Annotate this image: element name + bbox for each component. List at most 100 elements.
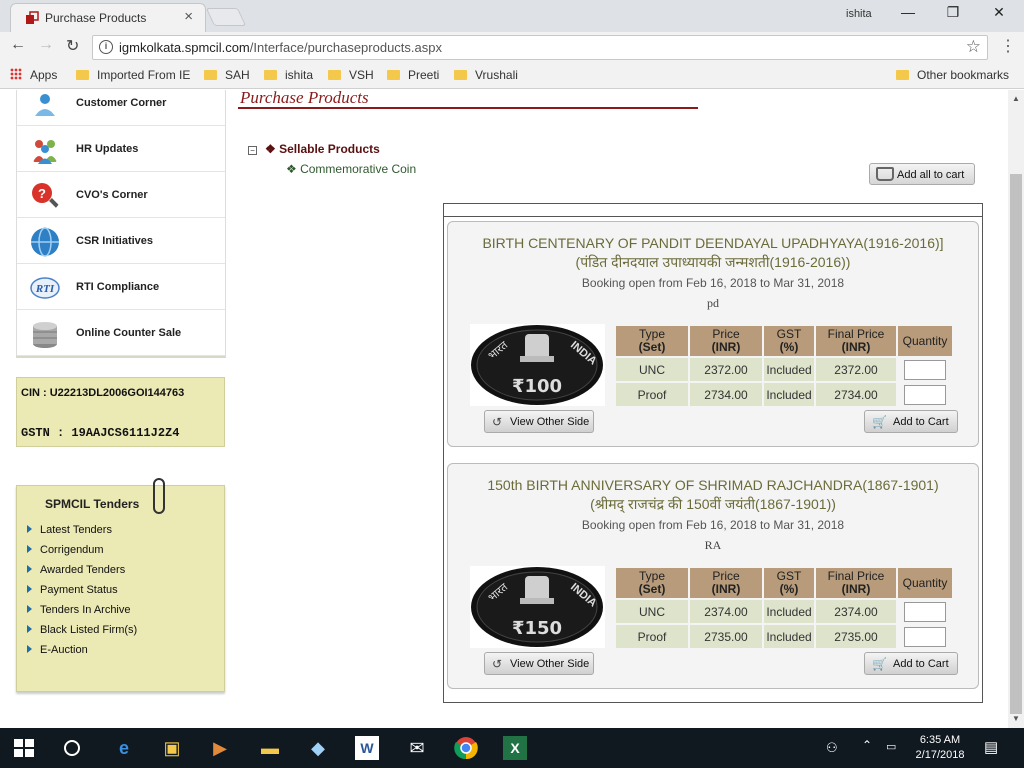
col-type: Type (Set) bbox=[616, 568, 688, 598]
folder-icon bbox=[204, 70, 217, 80]
store-icon[interactable]: ▣ bbox=[160, 736, 184, 760]
notifications-icon[interactable]: ▤ bbox=[984, 738, 998, 756]
cell-gst: Included bbox=[764, 625, 814, 648]
scrollbar-thumb[interactable] bbox=[1010, 174, 1022, 714]
network-icon[interactable]: ▭ bbox=[886, 740, 896, 753]
tree-node-sellable-products[interactable]: − ❖ Sellable Products bbox=[248, 142, 380, 156]
maximize-icon[interactable]: ❐ bbox=[933, 4, 973, 24]
frame-divider bbox=[444, 216, 982, 217]
app-icon[interactable]: ◆ bbox=[306, 736, 330, 760]
file-explorer-icon[interactable]: ▬ bbox=[258, 736, 282, 760]
tree-collapse-icon[interactable]: − bbox=[248, 146, 257, 155]
view-other-side-button[interactable]: ↺ View Other Side bbox=[484, 652, 594, 675]
tab-purchase-products[interactable]: Purchase Products × bbox=[10, 3, 206, 32]
add-to-cart-button[interactable]: 🛒 Add to Cart bbox=[864, 652, 958, 675]
scroll-up-icon[interactable]: ▲ bbox=[1012, 94, 1020, 103]
gstn-text: GSTN : 19AAJCS6111J2Z4 bbox=[21, 426, 180, 440]
quantity-input[interactable] bbox=[904, 359, 946, 380]
sidebar-item-csr-initiatives[interactable]: CSR Initiatives bbox=[17, 218, 225, 264]
profile-name[interactable]: ishita bbox=[846, 8, 872, 20]
col-gst: GST (%) bbox=[764, 568, 814, 598]
tender-link-e-auction[interactable]: E-Auction bbox=[25, 644, 137, 664]
bookmark-folder[interactable]: ishita bbox=[264, 68, 313, 82]
word-icon[interactable]: W bbox=[355, 736, 379, 760]
tree-node-commemorative-coin[interactable]: ❖ Commemorative Coin bbox=[286, 162, 416, 176]
back-icon[interactable]: ← bbox=[10, 36, 26, 54]
add-all-to-cart-button[interactable]: Add all to cart bbox=[869, 163, 975, 185]
tab-close-icon[interactable]: × bbox=[184, 8, 193, 25]
folder-icon bbox=[454, 70, 467, 80]
cell-gst: Included bbox=[764, 600, 814, 623]
view-other-side-button[interactable]: ↺ View Other Side bbox=[484, 410, 594, 433]
media-player-icon[interactable]: ▶ bbox=[208, 736, 232, 760]
table-row: UNC 2372.00 Included 2372.00 bbox=[616, 358, 952, 381]
add-to-cart-button[interactable]: 🛒 Add to Cart bbox=[864, 410, 958, 433]
search-icon[interactable] bbox=[60, 736, 84, 760]
bookmark-folder[interactable]: Vrushali bbox=[454, 68, 518, 82]
bookmark-folder[interactable]: Preeti bbox=[387, 68, 439, 82]
col-quantity: Quantity bbox=[898, 326, 952, 356]
tender-link-latest[interactable]: Latest Tenders bbox=[25, 524, 137, 544]
cell-type: UNC bbox=[616, 358, 688, 381]
button-label: View Other Side bbox=[510, 416, 590, 428]
scroll-down-icon[interactable]: ▼ bbox=[1012, 714, 1020, 723]
products-frame: BIRTH CENTENARY OF PANDIT DEENDAYAL UPAD… bbox=[443, 203, 983, 703]
arrow-right-icon bbox=[27, 585, 32, 593]
price-table: Type (Set) Price (INR) GST (%) Final Price(… bbox=[614, 324, 954, 408]
arrow-right-icon bbox=[27, 605, 32, 613]
minimize-icon[interactable]: — bbox=[888, 4, 928, 24]
forward-icon[interactable]: → bbox=[38, 36, 54, 54]
clock[interactable]: 6:35 AM 2/17/2018 bbox=[912, 734, 968, 761]
sidebar-item-online-counter-sale[interactable]: Online Counter Sale bbox=[17, 310, 225, 356]
chevron-up-icon[interactable]: ⌃ bbox=[862, 738, 872, 752]
coin-value: ₹150 bbox=[512, 618, 562, 639]
tender-link-payment-status[interactable]: Payment Status bbox=[25, 584, 137, 604]
sidebar-item-customer-corner[interactable]: Customer Corner bbox=[17, 90, 225, 126]
col-final-price: Final Price (INR) bbox=[816, 568, 896, 598]
bookmark-folder[interactable]: Imported From IE bbox=[76, 68, 190, 82]
tender-link-corrigendum[interactable]: Corrigendum bbox=[25, 544, 137, 564]
address-bar[interactable]: i igmkolkata.spmcil.com/Interface/purcha… bbox=[92, 35, 988, 60]
bookmark-folder[interactable]: SAH bbox=[204, 68, 250, 82]
mail-icon[interactable]: ✉ bbox=[405, 736, 429, 760]
quantity-input[interactable] bbox=[904, 384, 946, 405]
tender-link-archive[interactable]: Tenders In Archive bbox=[25, 604, 137, 624]
coins-icon bbox=[33, 322, 57, 348]
quantity-input[interactable] bbox=[904, 601, 946, 622]
tender-link-awarded[interactable]: Awarded Tenders bbox=[25, 564, 137, 584]
people-tray-icon[interactable]: ⚇ bbox=[826, 740, 838, 756]
arrow-right-icon bbox=[27, 545, 32, 553]
quantity-input[interactable] bbox=[904, 626, 946, 647]
close-window-icon[interactable]: ✕ bbox=[979, 4, 1019, 24]
sidebar-item-rti-compliance[interactable]: RTI RTI Compliance bbox=[17, 264, 225, 310]
sidebar-item-label: CSR Initiatives bbox=[76, 235, 154, 247]
product-name: BIRTH CENTENARY OF PANDIT DEENDAYAL UPAD… bbox=[482, 235, 944, 270]
windows-taskbar: e ▣ ▶ ▬ ◆ W ✉ X ⚇ ⌃ ▭ 6:35 AM 2/17/2018 … bbox=[0, 728, 1024, 768]
browser-menu-icon[interactable]: ⋮ bbox=[1000, 36, 1016, 56]
chrome-icon[interactable] bbox=[454, 736, 478, 760]
sidebar-item-hr-updates[interactable]: HR Updates bbox=[17, 126, 225, 172]
excel-icon[interactable]: X bbox=[503, 736, 527, 760]
tenders-heading: SPMCIL Tenders bbox=[45, 497, 140, 511]
page-scrollbar[interactable]: ▲ ▼ bbox=[1008, 90, 1024, 728]
bookmark-apps[interactable]: Apps bbox=[10, 68, 57, 82]
reload-icon[interactable]: ↻ bbox=[66, 36, 79, 56]
bookmark-other[interactable]: Other bookmarks bbox=[896, 68, 1009, 82]
bookmark-folder[interactable]: VSH bbox=[328, 68, 374, 82]
bookmark-star-icon[interactable]: ☆ bbox=[966, 37, 981, 57]
cell-quantity bbox=[898, 625, 952, 648]
product-card: 150th BIRTH ANNIVERSARY OF SHRIMAD RAJCH… bbox=[447, 463, 979, 689]
edge-browser-icon[interactable]: e bbox=[112, 736, 136, 760]
booking-period: Booking open from Feb 16, 2018 to Mar 31… bbox=[581, 518, 845, 532]
site-info-icon[interactable]: i bbox=[99, 40, 113, 54]
cell-gst: Included bbox=[764, 358, 814, 381]
cell-gst: Included bbox=[764, 383, 814, 406]
booking-period: Booking open from Feb 16, 2018 to Mar 31… bbox=[581, 276, 845, 290]
windows-start-icon[interactable] bbox=[12, 736, 36, 760]
sidebar-item-cvos-corner[interactable]: ? CVO's Corner bbox=[17, 172, 225, 218]
tender-link-blacklisted[interactable]: Black Listed Firm(s) bbox=[25, 624, 137, 644]
url-text[interactable]: igmkolkata.spmcil.com/Interface/purchase… bbox=[119, 40, 442, 55]
globe-icon bbox=[31, 227, 59, 257]
new-tab-button[interactable] bbox=[205, 8, 247, 26]
bookmarks-bar: Apps Imported From IE SAH ishita VSH Pre… bbox=[0, 62, 1024, 89]
